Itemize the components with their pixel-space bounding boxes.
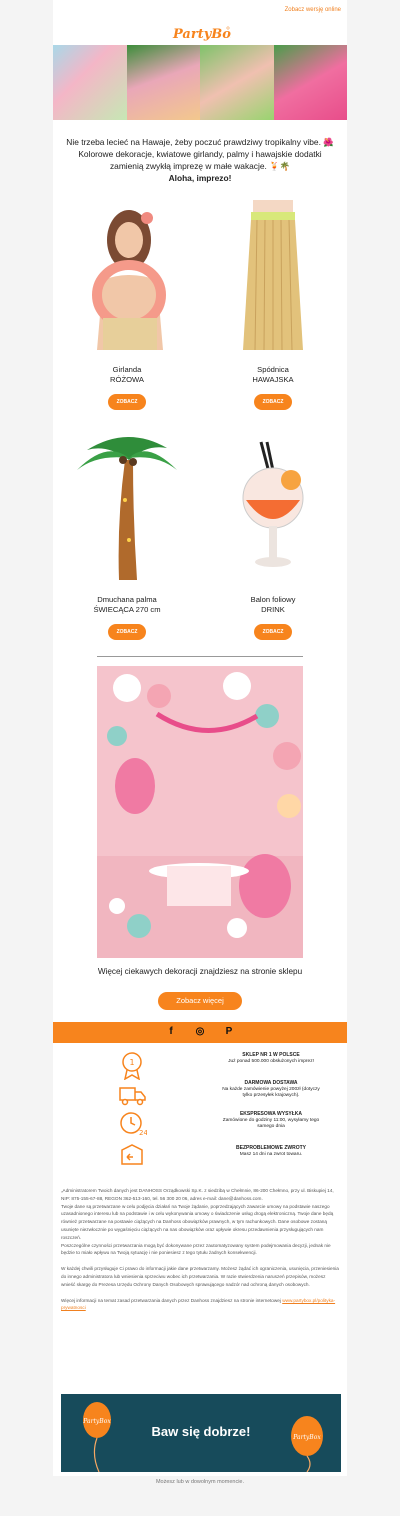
partybox-logo[interactable]: PartyBox: [171, 24, 231, 42]
product-name: Spódnica: [257, 365, 289, 374]
legal-paragraph: Twoje dane są przetwarzane w celu podjęc…: [61, 1203, 334, 1240]
product-view-button[interactable]: ZOBACZ: [107, 624, 147, 640]
instagram-icon[interactable]: ◎: [194, 1026, 206, 1038]
hero-image-flamingo: [273, 45, 347, 120]
product-name: Balon foliowy: [250, 595, 296, 604]
product-card-skirt: Spódnica HAWAJSKA ZOBACZ: [213, 200, 333, 410]
product-card-garland: Girlanda RÓŻOWA ZOBACZ: [67, 200, 187, 410]
product-view-button[interactable]: ZOBACZ: [253, 624, 293, 640]
hero-image-woman: [200, 45, 274, 120]
product-image-skirt[interactable]: [213, 200, 333, 351]
legal-paragraph: Poszczególne czynności przetwarzania mog…: [61, 1242, 331, 1256]
legal-paragraph: W każdej chwili przysługuje Ci prawo do …: [61, 1266, 339, 1287]
clock-24-icon: 24: [120, 1112, 147, 1137]
product-name: RÓŻOWA: [110, 375, 144, 384]
intro-line: Nie trzeba lecieć na Hawaje, żeby poczuć…: [66, 137, 334, 147]
section-divider: [97, 656, 303, 657]
banner-text: Baw się dobrze!: [151, 1424, 251, 1439]
product-name: Girlanda: [112, 365, 142, 374]
feature-shop-no1: 1 SKLEP NR 1 W POLSCE Już ponad 500.000 o…: [117, 1050, 325, 1084]
feature-desc: Na każde zamówienie powyżej 200zł (dotyc…: [222, 1086, 320, 1099]
feature-express-shipping: 24 EKSPRESOWA WYSYŁKA Zamówione do godzin…: [117, 1108, 325, 1142]
svg-text:PartyBox: PartyBox: [172, 27, 231, 42]
product-name: HAWAJSKA: [252, 375, 294, 384]
feature-desc: Masz 14 dni na zwrot towaru.: [239, 1151, 303, 1157]
unsubscribe-text: Możesz lub w dowolnym momencie.: [155, 1479, 245, 1485]
hero-banner[interactable]: [53, 45, 347, 120]
return-box-icon: [121, 1144, 143, 1165]
legal-paragraph: Więcej informacji na temat zasad przetwa…: [61, 1297, 283, 1303]
product-image-palm[interactable]: [67, 430, 187, 580]
enjoy-banner[interactable]: PartyBox PartyBox Baw się dobrze!: [61, 1394, 341, 1472]
product-card-palm: Dmuchana palma ŚWIECĄCA 270 cm ZOBACZ: [67, 430, 187, 640]
legal-paragraph: „Administratorem Twoich danych jest DANH…: [61, 1188, 334, 1201]
email-container: Zobacz wersję online PartyBox Nie trzeba…: [53, 0, 347, 1476]
product-name: DRINK: [261, 605, 285, 614]
svg-text:1: 1: [129, 1058, 134, 1067]
product-card-balloon: Balon foliowy DRINK ZOBACZ: [213, 430, 333, 640]
product-name: Dmuchana palma: [97, 595, 157, 604]
facebook-icon[interactable]: f: [165, 1026, 177, 1038]
hero-image-drinks: [53, 45, 127, 120]
intro-line: Kolorowe dekoracje, kwiatowe girlandy, p…: [78, 149, 322, 159]
more-decorations-text: Więcej ciekawych dekoracji znajdziesz na…: [97, 967, 303, 976]
intro-line: zamienią zwykłą imprezę w małe wakacje. …: [109, 161, 291, 171]
intro-slogan: Aloha, imprezo!: [168, 173, 232, 183]
product-name: ŚWIECĄCA 270 cm: [93, 605, 161, 614]
pinterest-icon[interactable]: P: [223, 1026, 235, 1038]
hero-image-people: [126, 45, 200, 120]
feature-desc: Zamówione do godziny 11:00, wysyłamy teg…: [222, 1117, 320, 1130]
social-bar: f ◎ P: [53, 1022, 347, 1043]
party-decor-image[interactable]: [97, 666, 303, 958]
product-view-button[interactable]: ZOBACZ: [107, 394, 147, 410]
feature-easy-returns: BEZPROBLEMOWE ZWROTY Masz 14 dni na zwrot…: [117, 1140, 325, 1174]
truck-icon: [119, 1087, 146, 1106]
feature-desc: Już ponad 500.000 obsłużonych imprez!: [228, 1058, 314, 1064]
intro-text: Nie trzeba lecieć na Hawaje, żeby poczuć…: [63, 136, 337, 184]
view-online-link[interactable]: Zobacz wersję online: [285, 7, 341, 13]
product-image-drink-balloon[interactable]: [213, 430, 333, 580]
svg-text:24: 24: [139, 1129, 147, 1137]
product-view-button[interactable]: ZOBACZ: [253, 394, 293, 410]
product-image-garland[interactable]: [67, 200, 187, 350]
see-more-button[interactable]: Zobacz więcej: [158, 992, 242, 1010]
medal-icon: 1: [122, 1052, 142, 1080]
legal-text: „Administratorem Twoich danych jest DANH…: [61, 1187, 341, 1320]
